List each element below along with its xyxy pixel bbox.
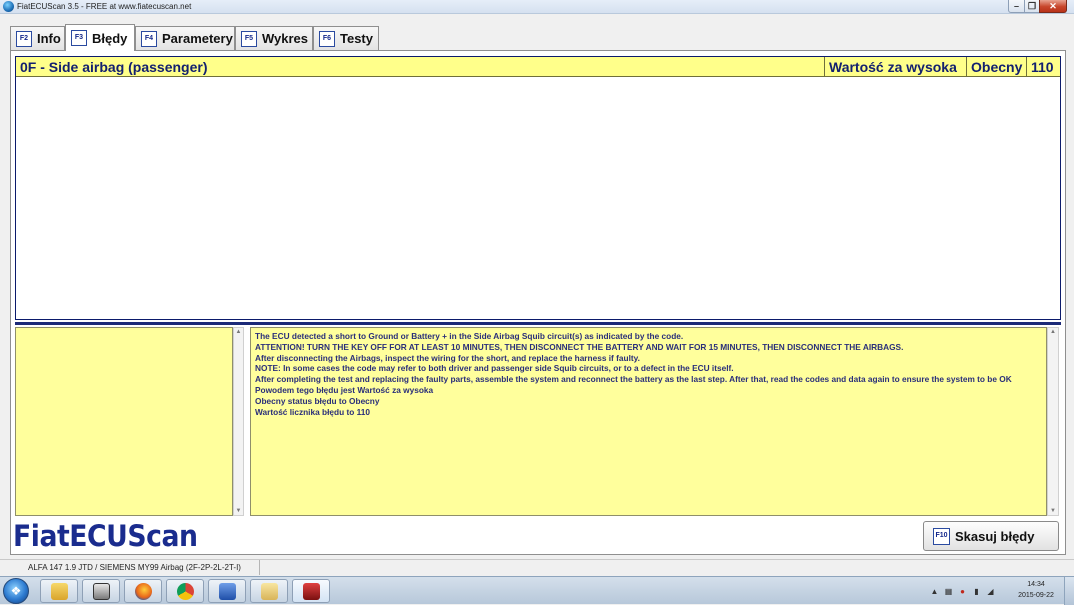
detail-line: NOTE: In some cases the code may refer t… bbox=[255, 363, 734, 374]
firefox-icon bbox=[135, 583, 152, 600]
detail-line: Obecny status błędu to Obecny bbox=[255, 395, 380, 406]
connection-status: ALFA 147 1.9 JTD / SIEMENS MY99 Airbag (… bbox=[10, 560, 260, 575]
error-row[interactable]: 0F - Side airbag (passenger) Wartość za … bbox=[16, 57, 1060, 77]
clock-date: 2015-09-22 bbox=[1018, 592, 1054, 599]
minimize-button[interactable]: – bbox=[1008, 0, 1025, 13]
pane-splitter[interactable] bbox=[15, 322, 1061, 325]
restore-icon: ❐ bbox=[1027, 1, 1037, 11]
taskbar-firefox[interactable] bbox=[124, 579, 162, 603]
tab-info[interactable]: F2 Info bbox=[10, 26, 65, 50]
tab-label: Testy bbox=[340, 31, 373, 46]
taskbar-fiatecuscan[interactable] bbox=[292, 579, 330, 603]
clock-time: 14:34 bbox=[1027, 581, 1045, 588]
taskbar-app[interactable] bbox=[82, 579, 120, 603]
taskbar-clock[interactable]: 14:34 2015-09-22 bbox=[1012, 579, 1060, 601]
error-name: 0F - Side airbag (passenger) bbox=[16, 57, 825, 77]
tab-testy[interactable]: F6 Testy bbox=[313, 26, 379, 50]
detail-line: After completing the test and replacing … bbox=[255, 374, 1012, 385]
tab-parametery[interactable]: F4 Parametery bbox=[135, 26, 235, 50]
errors-panel: 0F - Side airbag (passenger) Wartość za … bbox=[10, 50, 1066, 555]
show-desktop-button[interactable] bbox=[1064, 577, 1074, 605]
scroll-down-icon[interactable]: ▼ bbox=[234, 508, 243, 514]
tab-label: Parametery bbox=[162, 31, 233, 46]
scroll-up-icon[interactable]: ▲ bbox=[234, 329, 243, 335]
details-scrollbar[interactable]: ▲ ▼ bbox=[1047, 327, 1059, 516]
f6-key-icon: F6 bbox=[319, 30, 335, 47]
status-bar: ALFA 147 1.9 JTD / SIEMENS MY99 Airbag (… bbox=[0, 559, 1074, 575]
scroll-down-icon[interactable]: ▼ bbox=[1048, 508, 1058, 514]
freeze-frame-pane bbox=[15, 327, 233, 516]
window-title: FiatECUScan 3.5 - FREE at www.fiatecusca… bbox=[17, 2, 192, 11]
error-description: Wartość za wysoka bbox=[825, 57, 967, 77]
app-icon bbox=[3, 1, 14, 12]
security-alert-icon[interactable]: ● bbox=[958, 587, 967, 596]
f4-key-icon: F4 bbox=[141, 30, 157, 47]
folder-icon bbox=[51, 583, 68, 600]
left-scrollbar[interactable]: ▲ ▼ bbox=[233, 327, 244, 516]
detail-line: Powodem tego błędu jest Wartość za wysok… bbox=[255, 384, 434, 395]
minimize-icon: – bbox=[1013, 1, 1019, 11]
error-list[interactable]: 0F - Side airbag (passenger) Wartość za … bbox=[15, 56, 1061, 320]
clear-errors-button[interactable]: F10 Skasuj błędy bbox=[923, 521, 1059, 551]
fiatecuscan-icon bbox=[303, 583, 320, 600]
fiatecuscan-logo: FiatECUScan bbox=[13, 519, 198, 553]
maximize-button[interactable]: ❐ bbox=[1024, 0, 1040, 13]
detail-line: Wartość licznika błędu to 110 bbox=[255, 406, 370, 417]
error-status: Obecny bbox=[967, 57, 1027, 77]
app-window: FiatECUScan 3.5 - FREE at www.fiatecusca… bbox=[0, 0, 1074, 605]
detail-line: The ECU detected a short to Ground or Ba… bbox=[255, 331, 684, 341]
f5-key-icon: F5 bbox=[241, 30, 257, 47]
f10-key-icon: F10 bbox=[933, 527, 950, 545]
taskbar: ❖ ▲ ▦ ● ▮ ◢ 14:34 2015-09-22 bbox=[0, 576, 1074, 605]
taskbar-chrome[interactable] bbox=[166, 579, 204, 603]
close-button[interactable]: ✕ bbox=[1039, 0, 1067, 13]
system-tray: ▲ ▦ ● ▮ ◢ bbox=[930, 581, 995, 601]
tray-expand-icon[interactable]: ▲ bbox=[930, 587, 939, 596]
error-count: 110 bbox=[1031, 59, 1054, 75]
tab-bledy[interactable]: F3 Błędy bbox=[65, 24, 135, 51]
clear-errors-label: Skasuj błędy bbox=[955, 528, 1035, 544]
title-bar: FiatECUScan 3.5 - FREE at www.fiatecusca… bbox=[0, 0, 1074, 14]
f2-key-icon: F2 bbox=[16, 30, 32, 47]
close-icon: ✕ bbox=[1049, 1, 1057, 11]
word-icon bbox=[219, 583, 236, 600]
tab-label: Błędy bbox=[92, 30, 128, 46]
folder-icon bbox=[261, 583, 278, 600]
detail-line: ATTENTION! TURN THE KEY OFF FOR AT LEAST… bbox=[255, 341, 904, 352]
volume-icon[interactable]: ◢ bbox=[986, 587, 995, 596]
scroll-up-icon[interactable]: ▲ bbox=[1048, 329, 1058, 335]
detail-line: After disconnecting the Airbags, inspect… bbox=[255, 352, 640, 363]
network-icon[interactable]: ▦ bbox=[944, 587, 953, 596]
tab-wykres[interactable]: F5 Wykres bbox=[235, 26, 313, 50]
tab-label: Info bbox=[37, 31, 61, 46]
tab-label: Wykres bbox=[262, 31, 309, 46]
taskbar-explorer-window[interactable] bbox=[250, 579, 288, 603]
battery-icon[interactable]: ▮ bbox=[972, 587, 981, 596]
f3-key-icon: F3 bbox=[71, 30, 87, 46]
chrome-icon bbox=[177, 583, 194, 600]
error-details-pane: The ECU detected a short to Ground or Ba… bbox=[250, 327, 1047, 516]
start-button[interactable]: ❖ bbox=[3, 578, 29, 604]
taskbar-word[interactable] bbox=[208, 579, 246, 603]
taskbar-explorer[interactable] bbox=[40, 579, 78, 603]
windows-logo-icon: ❖ bbox=[10, 584, 22, 598]
picture-app-icon bbox=[93, 583, 110, 600]
